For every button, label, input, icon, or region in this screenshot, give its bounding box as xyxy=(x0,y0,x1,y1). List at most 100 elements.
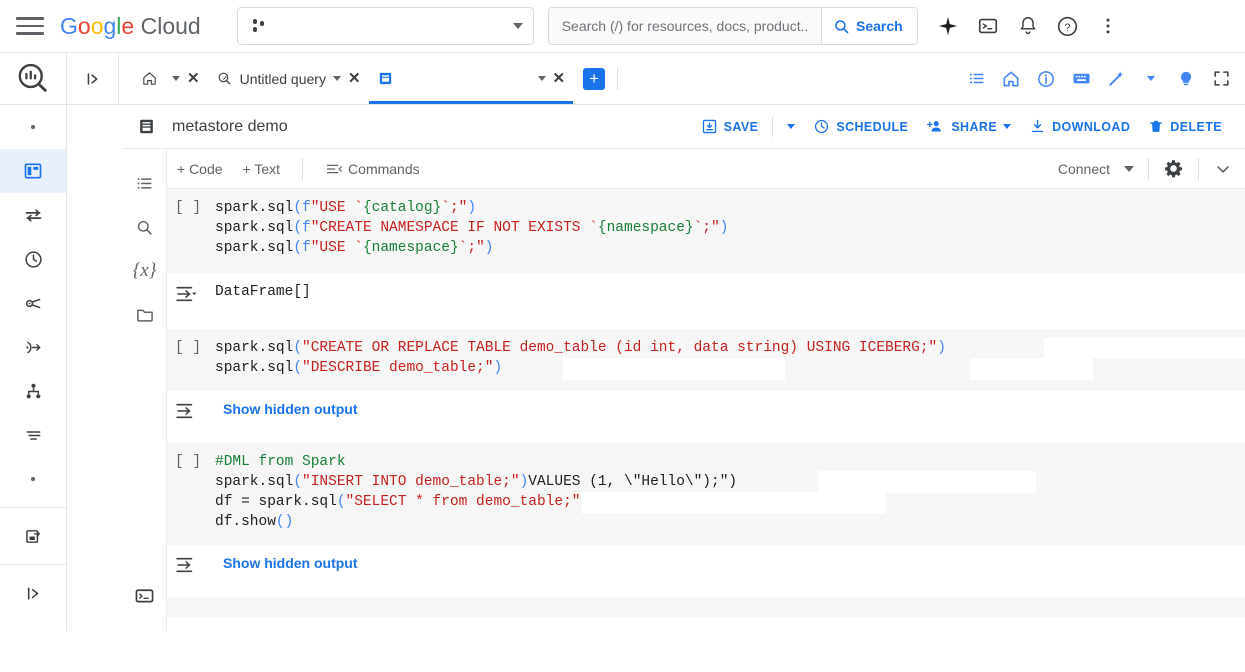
code-cell-4-partial[interactable] xyxy=(167,597,1245,617)
connect-button[interactable]: Connect xyxy=(1058,161,1110,177)
show-hidden-output-link[interactable]: Show hidden output xyxy=(215,401,358,417)
notebook-header: metastore demo SAVE SCHEDULE SHARE DOWNL… xyxy=(123,105,1245,149)
share-button[interactable]: SHARE xyxy=(917,111,1020,143)
connect-chevron-down-icon[interactable] xyxy=(1124,165,1134,172)
save-button[interactable]: SAVE xyxy=(692,111,768,143)
search-icon xyxy=(835,19,849,33)
sidebar-item-dot-1[interactable] xyxy=(0,105,66,149)
topbar-icon-group: ? xyxy=(930,8,1126,44)
commands-icon xyxy=(326,164,342,173)
output-arrow-icon[interactable] xyxy=(167,555,215,574)
notebook-settings-button[interactable] xyxy=(1163,158,1184,179)
info-icon[interactable] xyxy=(1030,63,1062,95)
delete-button[interactable]: DELETE xyxy=(1139,111,1231,143)
chevron-down-icon xyxy=(787,124,796,129)
tab-list: ✕ Untitled query ✕ ✕ + xyxy=(119,53,630,104)
save-menu-button[interactable] xyxy=(778,111,804,143)
sidebar-item-scheduled-queries[interactable] xyxy=(0,237,66,281)
magic-wand-caret[interactable] xyxy=(1135,63,1167,95)
magic-wand-icon[interactable] xyxy=(1100,63,1132,95)
toc-button[interactable] xyxy=(127,161,163,205)
schedule-button[interactable]: SCHEDULE xyxy=(804,111,917,143)
delete-button-label: DELETE xyxy=(1170,119,1222,134)
google-cloud-logo: Google Cloud xyxy=(60,12,201,39)
output-arrow-icon[interactable] xyxy=(167,284,215,303)
list-view-icon[interactable] xyxy=(960,63,992,95)
sidebar-item-studio[interactable] xyxy=(0,149,66,193)
fullscreen-icon[interactable] xyxy=(1205,63,1237,95)
add-tab-button[interactable]: + xyxy=(583,67,606,90)
cell-run-indicator[interactable]: [ ] xyxy=(167,452,215,472)
add-tab-menu-button[interactable] xyxy=(617,67,630,90)
download-button-label: DOWNLOAD xyxy=(1052,119,1131,134)
page-title: metastore demo xyxy=(172,117,288,135)
download-button[interactable]: DOWNLOAD xyxy=(1020,111,1139,143)
sidebar-expand-button[interactable] xyxy=(0,571,66,615)
schedule-button-label: SCHEDULE xyxy=(836,119,909,134)
sidebar-item-migration[interactable] xyxy=(0,514,66,558)
global-search: Search xyxy=(547,7,918,45)
bigquery-logo-icon[interactable] xyxy=(0,53,66,105)
share-button-label: SHARE xyxy=(951,119,998,134)
sidebar-item-analytics-hub[interactable] xyxy=(0,281,66,325)
home-icon[interactable] xyxy=(995,63,1027,95)
chevron-down-icon[interactable] xyxy=(1003,124,1012,129)
files-button[interactable] xyxy=(127,293,163,337)
code-text: df = spark.sql("SELECT * from demo_table… xyxy=(215,494,589,510)
terminal-button[interactable] xyxy=(127,573,163,617)
panel-expand-button[interactable] xyxy=(67,52,119,105)
sidebar-item-dot-2[interactable] xyxy=(0,457,66,501)
collapse-toolbar-button[interactable] xyxy=(1213,159,1233,179)
notifications-bell-icon[interactable] xyxy=(1010,8,1046,44)
code-text: spark.sql(f"USE `{namespace}`;") xyxy=(215,240,494,256)
variables-button[interactable]: {x} xyxy=(127,249,163,293)
commands-button[interactable]: Commands xyxy=(315,154,430,184)
tab-home[interactable]: ✕ xyxy=(133,53,208,104)
search-button[interactable]: Search xyxy=(821,8,917,44)
show-hidden-output-link[interactable]: Show hidden output xyxy=(215,555,358,571)
chevron-down-icon[interactable] xyxy=(332,76,341,81)
redaction-box xyxy=(970,358,1093,380)
chevron-down-icon[interactable] xyxy=(537,76,546,81)
lightbulb-icon[interactable] xyxy=(1170,63,1202,95)
code-cell-2[interactable]: [ ] spark.sql("CREATE OR REPLACE TABLE d… xyxy=(167,329,1245,391)
hamburger-menu-icon[interactable] xyxy=(16,14,44,38)
toc-list-icon xyxy=(137,177,152,189)
analytics-hub-icon xyxy=(25,298,40,308)
cloud-shell-icon[interactable] xyxy=(970,8,1006,44)
project-selector[interactable] xyxy=(236,7,534,45)
redaction-box xyxy=(1044,338,1245,358)
commands-label: Commands xyxy=(348,160,420,177)
close-icon[interactable]: ✕ xyxy=(187,71,200,86)
gemini-sparkle-icon[interactable] xyxy=(930,8,966,44)
close-icon[interactable]: ✕ xyxy=(348,71,361,86)
more-vert-icon[interactable] xyxy=(1090,8,1126,44)
svg-text:?: ? xyxy=(1065,21,1071,33)
keyboard-icon[interactable] xyxy=(1065,63,1097,95)
dot-icon xyxy=(31,125,35,129)
sidebar-item-data-prep[interactable] xyxy=(0,413,66,457)
add-code-cell-button[interactable]: + Code xyxy=(167,154,233,184)
expand-panel-icon xyxy=(27,586,38,600)
code-cell-1[interactable]: [ ] spark.sql(f"USE `{catalog}`;") spark… xyxy=(167,189,1245,274)
chevron-down-icon[interactable] xyxy=(172,76,180,81)
code-cell-3[interactable]: [ ] #DML from Spark spark.sql("INSERT IN… xyxy=(167,443,1245,545)
code-text: spark.sql("CREATE OR REPLACE TABLE demo_… xyxy=(215,340,946,356)
output-arrow-icon[interactable] xyxy=(167,401,215,420)
sidebar-item-transfers[interactable] xyxy=(0,193,66,237)
toolbar-right-group: Connect xyxy=(1058,157,1245,180)
tab-notebook-active[interactable]: ✕ xyxy=(368,53,574,104)
search-input[interactable] xyxy=(548,8,821,44)
cell-3-output: Show hidden output xyxy=(167,545,1245,597)
sidebar-item-pipelines[interactable] xyxy=(0,325,66,369)
tab-untitled-query[interactable]: Untitled query ✕ xyxy=(208,53,369,104)
help-question-icon[interactable]: ? xyxy=(1050,8,1086,44)
cell-run-indicator[interactable]: [ ] xyxy=(167,338,215,358)
sidebar-item-dataform[interactable] xyxy=(0,369,66,413)
notebook-search-button[interactable] xyxy=(127,205,163,249)
add-text-cell-button[interactable]: + Text xyxy=(233,154,291,184)
close-icon[interactable]: ✕ xyxy=(553,71,566,86)
cell-run-indicator[interactable]: [ ] xyxy=(167,198,215,218)
chevron-down-icon xyxy=(512,23,523,29)
redaction-box xyxy=(818,471,1036,493)
